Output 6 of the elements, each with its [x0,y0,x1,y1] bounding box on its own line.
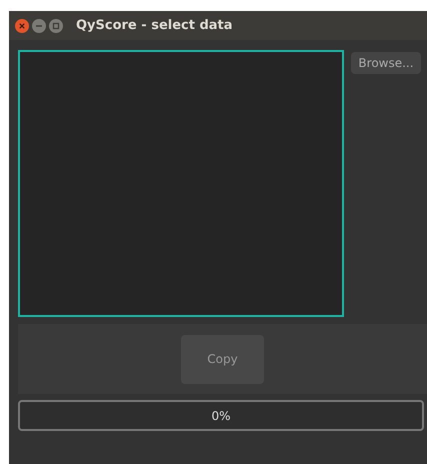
browse-button[interactable]: Browse... [351,52,421,74]
window-title: QyScore - select data [76,18,233,33]
maximize-icon[interactable] [49,18,63,32]
minimize-icon[interactable] [32,18,46,32]
close-icon[interactable] [15,18,29,32]
file-list[interactable] [18,50,344,317]
